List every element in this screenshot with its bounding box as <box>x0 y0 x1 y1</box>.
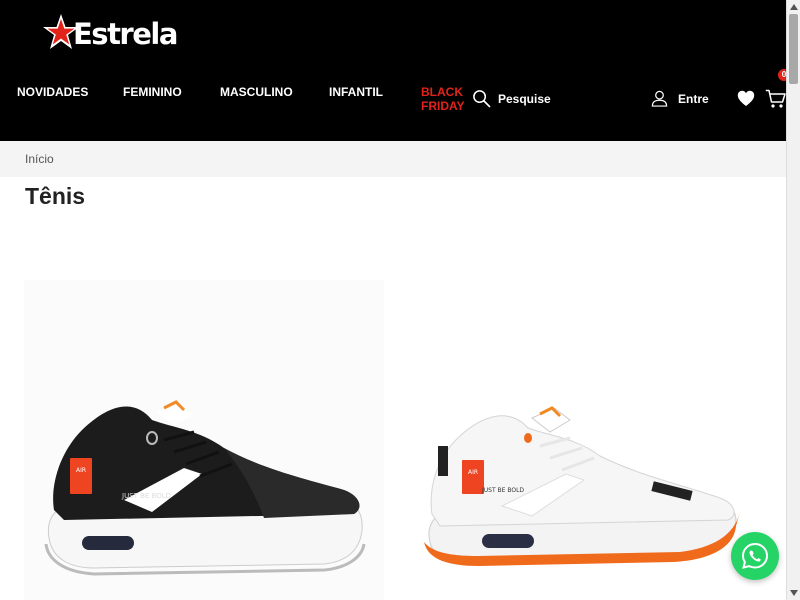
nav-infantil[interactable]: INFANTIL <box>329 85 383 99</box>
product-image-black-sneaker: AIR JUST BE BOLD <box>44 400 366 576</box>
scroll-up-arrow-icon[interactable] <box>790 4 798 10</box>
page-scrollbar[interactable] <box>786 0 800 600</box>
cart-icon[interactable] <box>765 89 786 109</box>
brand-logo[interactable]: Estrela <box>43 12 188 54</box>
search-icon <box>473 90 491 108</box>
breadcrumb-home[interactable]: Início <box>25 152 54 166</box>
shoe-print-slogan: JUST BE BOLD <box>121 492 171 500</box>
site-header: Estrela NOVIDADES FEMININO MASCULINO INF… <box>0 0 790 141</box>
nav-black-friday-line1: BLACK <box>421 85 463 99</box>
whatsapp-icon <box>741 542 769 569</box>
heart-icon[interactable] <box>737 90 755 107</box>
whatsapp-button[interactable] <box>731 532 779 580</box>
brand-name: Estrela <box>73 17 178 51</box>
nav-masculino[interactable]: MASCULINO <box>220 85 293 99</box>
scroll-thumb[interactable] <box>789 14 798 84</box>
login-label: Entre <box>678 91 709 106</box>
login-button[interactable]: Entre <box>651 90 709 107</box>
nav-black-friday-line2: FRIDAY <box>421 99 465 113</box>
shoe-print-air: AIR <box>76 467 86 474</box>
shoe-print-slogan: JUST BE BOLD <box>481 487 524 494</box>
nav-black-friday[interactable]: BLACK FRIDAY <box>421 85 465 113</box>
user-icon <box>651 90 668 107</box>
scroll-down-arrow-icon[interactable] <box>790 590 798 596</box>
breadcrumb-bar: Início <box>0 141 786 177</box>
product-image-white-sneaker: AIR JUST BE BOLD <box>424 406 740 566</box>
search-button[interactable]: Pesquise <box>472 89 551 108</box>
shoe-print-air: AIR <box>468 469 478 476</box>
page-title: Tênis <box>25 183 86 209</box>
nav-novidades[interactable]: NOVIDADES <box>17 85 88 99</box>
product-card[interactable]: AIR JUST BE BOLD <box>394 280 764 600</box>
nav-feminino[interactable]: FEMININO <box>123 85 182 99</box>
product-card[interactable]: AIR JUST BE BOLD <box>24 280 384 600</box>
search-label: Pesquise <box>498 91 551 106</box>
